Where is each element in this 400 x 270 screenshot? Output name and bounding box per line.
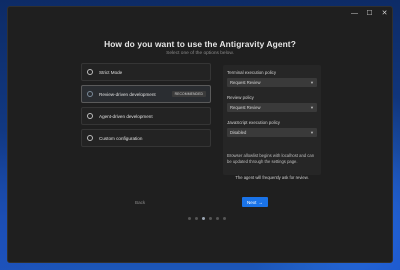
option-review-driven-development[interactable]: Review-driven development RECOMMENDED xyxy=(81,85,211,103)
chevron-down-icon: ▼ xyxy=(310,79,314,85)
page-title: How do you want to use the Antigravity A… xyxy=(104,39,296,49)
page-subtitle: Select one of the options below. xyxy=(166,51,234,56)
select-value: Request Review xyxy=(230,80,261,85)
back-button[interactable]: Back xyxy=(135,200,145,205)
select-value: Disabled xyxy=(230,130,247,135)
review-policy-label: Review policy xyxy=(227,95,254,100)
review-policy-select[interactable]: Request Review ▼ xyxy=(227,103,317,112)
browser-allowlist-note: Browser allowlist begins with localhost … xyxy=(227,153,315,164)
app-window: — ☐ ✕ How do you want to use the Antigra… xyxy=(7,6,393,263)
recommended-badge: RECOMMENDED xyxy=(171,91,206,97)
javascript-policy-select[interactable]: Disabled ▼ xyxy=(227,128,317,137)
maximize-button[interactable]: ☐ xyxy=(362,7,377,20)
step-dot xyxy=(223,217,226,220)
agent-behavior-note: The agent will frequently ask for review… xyxy=(235,175,309,180)
radio-icon[interactable] xyxy=(87,91,93,97)
option-custom-configuration[interactable]: Custom configuration xyxy=(81,129,211,147)
next-button[interactable]: Next → xyxy=(242,197,268,207)
option-label: Review-driven development xyxy=(99,91,156,97)
desktop-background: — ☐ ✕ How do you want to use the Antigra… xyxy=(0,0,400,270)
terminal-policy-label: Terminal execution policy xyxy=(227,70,277,75)
chevron-down-icon: ▼ xyxy=(310,129,314,135)
javascript-policy-label: JavaScript execution policy xyxy=(227,120,280,125)
step-dot-current xyxy=(202,217,205,220)
chevron-down-icon: ▼ xyxy=(310,104,314,110)
title-bar: — ☐ ✕ xyxy=(8,7,392,20)
window-controls: — ☐ ✕ xyxy=(347,7,392,20)
radio-icon[interactable] xyxy=(87,69,93,75)
option-agent-driven-development[interactable]: Agent-driven development xyxy=(81,107,211,125)
close-button[interactable]: ✕ xyxy=(377,7,392,20)
radio-icon[interactable] xyxy=(87,135,93,141)
option-strict-mode[interactable]: Strict Mode xyxy=(81,63,211,81)
minimize-button[interactable]: — xyxy=(347,7,362,20)
radio-icon[interactable] xyxy=(87,113,93,119)
terminal-policy-select[interactable]: Request Review ▼ xyxy=(227,78,317,87)
usage-options-list: Strict Mode Review-driven development RE… xyxy=(81,63,211,151)
step-dot xyxy=(216,217,219,220)
step-dot xyxy=(195,217,198,220)
option-label: Agent-driven development xyxy=(99,113,153,119)
step-dot xyxy=(209,217,212,220)
option-label: Custom configuration xyxy=(99,135,143,141)
next-label: Next xyxy=(246,199,257,205)
policy-settings-panel: Terminal execution policy Request Review… xyxy=(223,65,321,175)
step-dot xyxy=(188,217,191,220)
select-value: Request Review xyxy=(230,105,261,110)
arrow-right-icon: → xyxy=(258,199,264,205)
step-indicator xyxy=(188,217,226,220)
option-label: Strict Mode xyxy=(99,69,123,75)
